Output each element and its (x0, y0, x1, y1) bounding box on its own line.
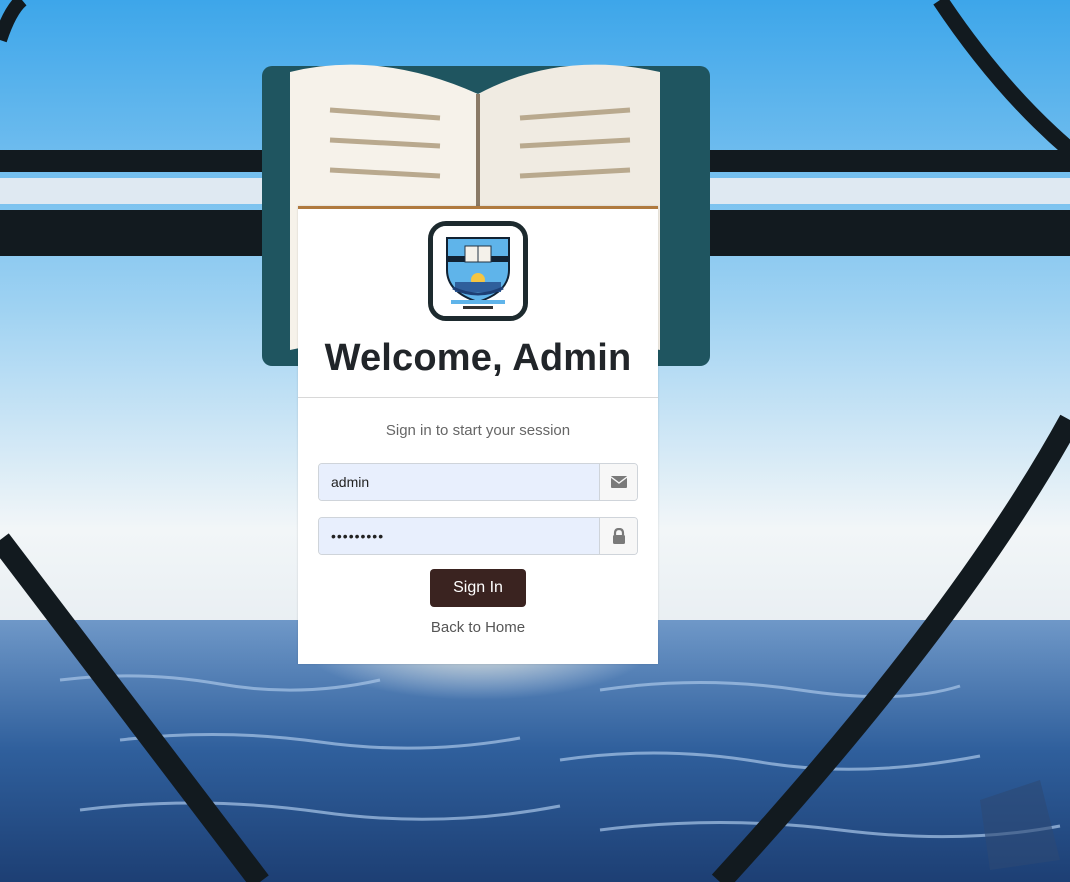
email-input[interactable] (319, 464, 599, 500)
back-to-home-link[interactable]: Back to Home (298, 619, 658, 636)
login-card: Welcome, Admin Sign in to start your ses… (298, 206, 658, 664)
card-body: Sign in to start your session Sign In Ba… (298, 398, 658, 664)
envelope-icon (599, 464, 637, 500)
lock-icon (599, 518, 637, 554)
email-input-group (318, 463, 638, 501)
school-logo (428, 221, 528, 321)
session-subtitle: Sign in to start your session (385, 422, 571, 439)
sign-in-button[interactable]: Sign In (430, 569, 526, 607)
card-header: Welcome, Admin (298, 209, 658, 398)
password-input-group (318, 517, 638, 555)
page-title: Welcome, Admin (324, 337, 632, 379)
password-input[interactable] (319, 518, 599, 554)
